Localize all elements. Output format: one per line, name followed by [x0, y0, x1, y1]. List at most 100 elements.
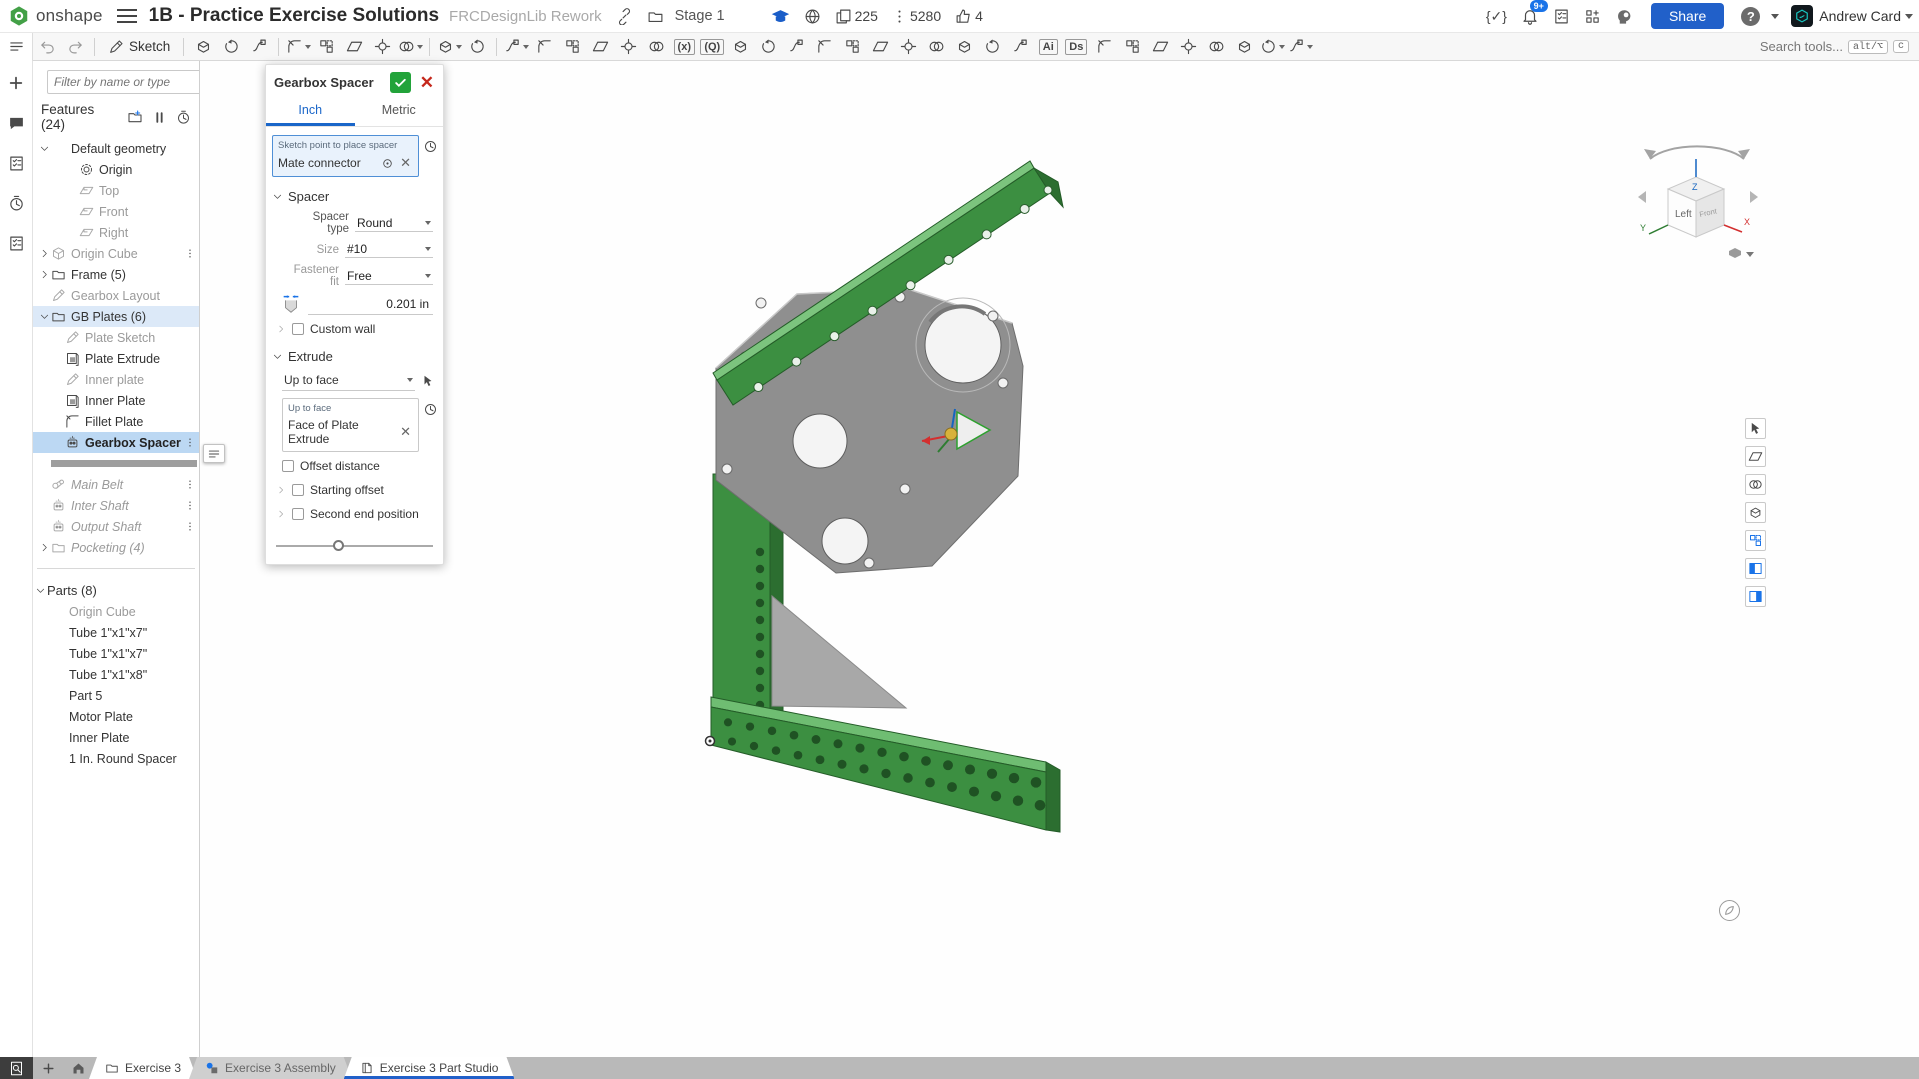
user-menu-caret-icon[interactable] [1905, 14, 1913, 19]
parts-header-row[interactable]: Parts (8) [33, 579, 199, 601]
copies-icon[interactable]: 225 [835, 8, 878, 25]
undo-button[interactable] [34, 35, 60, 59]
flange-icon[interactable] [979, 35, 1005, 59]
share-link-icon[interactable] [616, 8, 633, 25]
sketch-origin-point[interactable] [706, 737, 715, 746]
feature-gearbox-layout[interactable]: Gearbox Layout [33, 285, 199, 306]
feature-inner-plate[interactable]: Inner Plate [33, 390, 199, 411]
new-folder-icon[interactable] [127, 109, 143, 125]
feature-folder-gb-plates[interactable]: GB Plates (6) [33, 306, 199, 327]
feature-gearbox-spacer[interactable]: Gearbox Spacer [33, 432, 199, 453]
rollback-bar[interactable] [51, 460, 197, 467]
custom-wall-checkbox[interactable] [292, 323, 304, 335]
sheet-metal-model-icon[interactable] [951, 35, 977, 59]
suppress-pause-icon[interactable] [153, 111, 166, 124]
cancel-button[interactable]: ✕ [417, 74, 437, 91]
clear-face-icon[interactable]: ✕ [398, 424, 413, 440]
chamfer-icon[interactable] [341, 35, 367, 59]
plane-icon[interactable] [727, 35, 753, 59]
custom-feature-add-icon[interactable] [1259, 35, 1285, 59]
feature-inner-plate-sketch[interactable]: Inner plate [33, 369, 199, 390]
redo-button[interactable] [62, 35, 88, 59]
sketch-button[interactable]: Sketch [100, 39, 178, 55]
linear-pattern-icon[interactable] [503, 35, 529, 59]
app-store-icon[interactable] [1584, 8, 1601, 25]
slider-knob[interactable] [333, 540, 344, 551]
configurations-icon[interactable] [1287, 35, 1313, 59]
view-settings-icon[interactable] [1745, 446, 1766, 467]
feature-plane-right[interactable]: Right [33, 222, 199, 243]
offset-distance-row[interactable]: Offset distance [266, 454, 443, 478]
document-title[interactable]: 1B - Practice Exercise Solutions [149, 5, 439, 27]
part-1in-round-spacer[interactable]: 1 In. Round Spacer [33, 748, 199, 769]
add-tab-button[interactable] [33, 1057, 63, 1079]
split-left-panel-icon[interactable] [1745, 558, 1766, 579]
sweep-icon[interactable] [246, 35, 272, 59]
tab-exercise-3[interactable]: Exercise 3 [89, 1057, 197, 1079]
tab-metric[interactable]: Metric [355, 98, 444, 126]
feature-plate-sketch[interactable]: Plate Sketch [33, 327, 199, 348]
insert-new-icon[interactable] [4, 71, 28, 95]
user-name[interactable]: Andrew Card [1819, 8, 1901, 24]
composite-curve-icon[interactable] [811, 35, 837, 59]
feature-opacity-slider[interactable] [276, 540, 433, 552]
part-motor-plate[interactable]: Motor Plate [33, 706, 199, 727]
trim-icon[interactable] [1231, 35, 1257, 59]
variable-icon[interactable]: (x) [671, 35, 697, 59]
notifications-bell-icon[interactable]: 9+ [1521, 7, 1539, 25]
fillet-icon[interactable] [313, 35, 339, 59]
clear-selection-icon[interactable]: ✕ [398, 155, 413, 171]
tab-exercise-3-part-studio[interactable]: Exercise 3 Part Studio [344, 1057, 515, 1079]
up-to-face-selection-field[interactable]: Up to face Face of Plate Extrude ✕ [282, 398, 419, 452]
flip-direction-cursor-icon[interactable] [421, 374, 435, 388]
share-button[interactable]: Share [1651, 3, 1724, 29]
part-inner-plate[interactable]: Inner Plate [33, 727, 199, 748]
view-cube-menu-icon[interactable] [1729, 248, 1754, 258]
loft-icon[interactable] [285, 35, 311, 59]
mate-connector-icon[interactable] [381, 157, 394, 170]
public-globe-icon[interactable] [804, 8, 821, 25]
draft-icon[interactable] [369, 35, 395, 59]
face-history-clock-icon[interactable] [423, 402, 438, 417]
split-right-panel-icon[interactable] [1745, 586, 1766, 607]
feature-default-geometry[interactable]: Default geometry [33, 138, 199, 159]
named-views-icon[interactable] [1745, 502, 1766, 523]
second-end-row[interactable]: Second end position [266, 502, 443, 526]
tube-cut-icon[interactable] [1147, 35, 1173, 59]
part-tube-1x1x7-2[interactable]: Tube 1"x1"x7" [33, 643, 199, 664]
thicken-icon[interactable] [895, 35, 921, 59]
part-origin-cube[interactable]: Origin Cube [33, 601, 199, 622]
gusset-icon[interactable] [1119, 35, 1145, 59]
home-tab-button[interactable] [63, 1057, 93, 1079]
mirror-icon[interactable] [559, 35, 585, 59]
boolean-icon[interactable] [587, 35, 613, 59]
spacer-type-dropdown[interactable]: Round [355, 215, 433, 232]
starting-offset-row[interactable]: Starting offset [266, 478, 443, 502]
part-tube-1x1x8[interactable]: Tube 1"x1"x8" [33, 664, 199, 685]
split-icon[interactable] [615, 35, 641, 59]
selection-history-clock-icon[interactable] [423, 139, 438, 154]
wall-thickness-field[interactable]: 0.201 in [308, 294, 433, 315]
end-condition-dropdown[interactable]: Up to face [282, 370, 415, 391]
frame-icon[interactable] [1091, 35, 1117, 59]
feature-folder-frame[interactable]: Frame (5) [33, 264, 199, 285]
point-icon[interactable] [783, 35, 809, 59]
view-cube[interactable]: Left Front Z Y X [1632, 133, 1764, 263]
offset-distance-checkbox[interactable] [282, 460, 294, 472]
location-folder-icon[interactable] [647, 8, 664, 25]
weldment-icon[interactable] [1175, 35, 1201, 59]
feature-folder-pocketing[interactable]: Pocketing (4) [33, 537, 199, 558]
spacer-section-header[interactable]: Spacer [266, 181, 443, 208]
help-caret-icon[interactable] [1771, 14, 1779, 19]
shell-icon[interactable] [397, 35, 423, 59]
hole-icon[interactable] [436, 35, 462, 59]
help-bubble-icon[interactable] [1719, 900, 1740, 921]
thread-icon[interactable] [464, 35, 490, 59]
feature-fillet-plate[interactable]: Fillet Plate [33, 411, 199, 432]
feature-main-belt[interactable]: Main Belt [33, 474, 199, 495]
bridging-curve-icon[interactable] [867, 35, 893, 59]
enclose-icon[interactable] [923, 35, 949, 59]
revolve-icon[interactable] [218, 35, 244, 59]
measure-icon[interactable]: (Q) [699, 35, 725, 59]
tab-exercise-3-assembly[interactable]: Exercise 3 Assembly [189, 1057, 352, 1079]
